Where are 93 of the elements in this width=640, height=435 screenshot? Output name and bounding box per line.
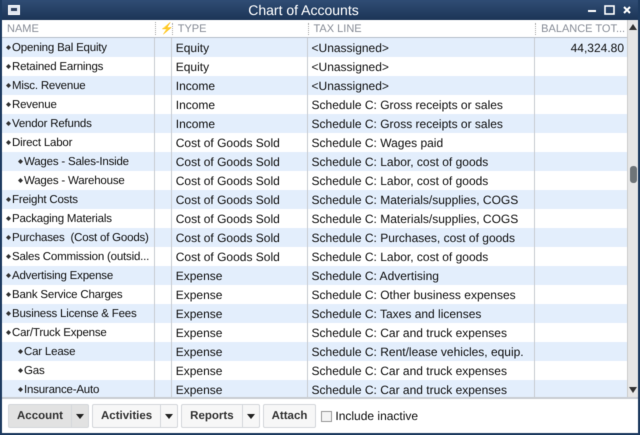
account-name[interactable]: Revenue [12, 98, 57, 110]
caret-icon[interactable] [165, 414, 174, 418]
diamond-icon [6, 197, 11, 202]
account-name[interactable]: Business License & Fees [12, 308, 137, 320]
account-type: Expense [176, 326, 222, 340]
scrollbar[interactable] [627, 20, 638, 397]
account-type: Income [176, 98, 216, 112]
account-name[interactable]: Gas [24, 364, 44, 376]
diamond-icon [18, 178, 23, 183]
toolbar-button[interactable]: Attach [262, 404, 316, 428]
account-type: Cost of Goods Sold [176, 154, 280, 168]
diamond-icon [18, 159, 23, 164]
toolbar-button[interactable]: Account [8, 404, 89, 428]
scroll-thumb[interactable] [630, 166, 636, 183]
account-name[interactable]: Wages - Warehouse [24, 174, 125, 186]
tax-line: Schedule C: Rent/lease vehicles, equip. [312, 344, 524, 358]
diamond-icon [18, 368, 23, 373]
diamond-icon [6, 273, 11, 278]
account-name[interactable]: Advertising Expense [12, 270, 114, 282]
account-type: Expense [176, 364, 222, 378]
scroll-up-icon[interactable] [629, 24, 637, 30]
account-type: Income [176, 78, 216, 92]
diamond-icon [6, 311, 11, 316]
diamond-icon [6, 292, 11, 297]
diamond-icon [6, 254, 11, 259]
window-menu-icon[interactable] [8, 5, 20, 15]
account-name[interactable]: Freight Costs [12, 194, 78, 206]
diamond-icon [6, 330, 11, 335]
account-type: Cost of Goods Sold [176, 230, 280, 244]
toolbar-button[interactable]: Reports [181, 404, 260, 428]
tax-line: Schedule C: Car and truck expenses [312, 326, 507, 340]
account-type: Cost of Goods Sold [176, 174, 280, 188]
tax-line: <Unassigned> [312, 60, 389, 74]
account-name[interactable]: Purchases (Cost of Goods) [12, 232, 149, 244]
account-name[interactable]: Car/Truck Expense [12, 326, 107, 338]
diamond-icon [18, 349, 23, 354]
account-name[interactable]: Direct Labor [12, 136, 72, 148]
diamond-icon [6, 121, 11, 126]
tax-line: Schedule C: Gross receipts or sales [312, 116, 503, 130]
account-name[interactable]: Retained Earnings [12, 60, 104, 72]
diamond-icon [18, 387, 23, 392]
account-type: Expense [176, 306, 222, 320]
tax-line: Schedule C: Materials/supplies, COGS [312, 192, 518, 206]
tax-line: <Unassigned> [312, 40, 389, 54]
tax-line: Schedule C: Advertising [312, 268, 439, 282]
caret-icon[interactable] [76, 414, 84, 418]
close-icon[interactable] [622, 5, 632, 15]
scroll-down-icon[interactable] [629, 387, 637, 393]
account-type: Income [176, 116, 216, 130]
checkbox-label[interactable]: Include inactive [335, 409, 418, 423]
account-name[interactable]: Vendor Refunds [12, 118, 92, 130]
tax-line: Schedule C: Car and truck expenses [312, 382, 507, 396]
account-type: Cost of Goods Sold [176, 192, 280, 206]
diamond-icon [6, 102, 11, 107]
account-name[interactable]: Opening Bal Equity [12, 42, 107, 54]
diamond-icon [6, 64, 11, 69]
diamond-icon [6, 235, 11, 240]
tax-line: Schedule C: Wages paid [312, 136, 444, 150]
account-type: Cost of Goods Sold [176, 250, 280, 264]
toolbar-button[interactable]: Activities [92, 404, 178, 428]
diamond-icon [6, 216, 11, 221]
balance-total: 44,324.80 [570, 40, 624, 54]
tax-line: Schedule C: Other business expenses [312, 288, 516, 302]
tax-line: Schedule C: Gross receipts or sales [312, 98, 503, 112]
diamond-icon [6, 83, 11, 88]
tax-line: Schedule C: Materials/supplies, COGS [312, 212, 518, 226]
tax-line: Schedule C: Car and truck expenses [312, 364, 507, 378]
account-name[interactable]: Bank Service Charges [12, 288, 122, 300]
account-type: Cost of Goods Sold [176, 212, 280, 226]
caret-icon[interactable] [246, 414, 255, 418]
account-type: Cost of Goods Sold [176, 136, 280, 150]
account-name[interactable]: Wages - Sales-Inside [24, 156, 129, 168]
account-name[interactable]: Car Lease [24, 346, 76, 358]
account-name[interactable]: Insurance-Auto [24, 384, 100, 396]
account-type: Expense [176, 344, 222, 358]
tax-line: <Unassigned> [312, 78, 389, 92]
account-type: Equity [176, 40, 210, 54]
tax-line: Schedule C: Labor, cost of goods [312, 174, 488, 188]
tax-line: Schedule C: Labor, cost of goods [312, 154, 488, 168]
account-type: Equity [176, 60, 210, 74]
diamond-icon [6, 45, 11, 50]
account-type: Expense [176, 382, 222, 396]
account-type: Expense [176, 268, 222, 282]
account-type: Expense [176, 288, 222, 302]
tax-line: Schedule C: Taxes and licenses [312, 306, 482, 320]
account-name[interactable]: Misc. Revenue [12, 80, 86, 92]
account-name[interactable]: Sales Commission (outsid... [12, 250, 150, 262]
tax-line: Schedule C: Purchases, cost of goods [312, 230, 515, 244]
window-title: Chart of Accounts [247, 2, 360, 18]
maximize-icon[interactable] [604, 5, 615, 15]
tax-line: Schedule C: Labor, cost of goods [312, 250, 488, 264]
diamond-icon [6, 140, 11, 145]
account-name[interactable]: Packaging Materials [12, 212, 112, 224]
